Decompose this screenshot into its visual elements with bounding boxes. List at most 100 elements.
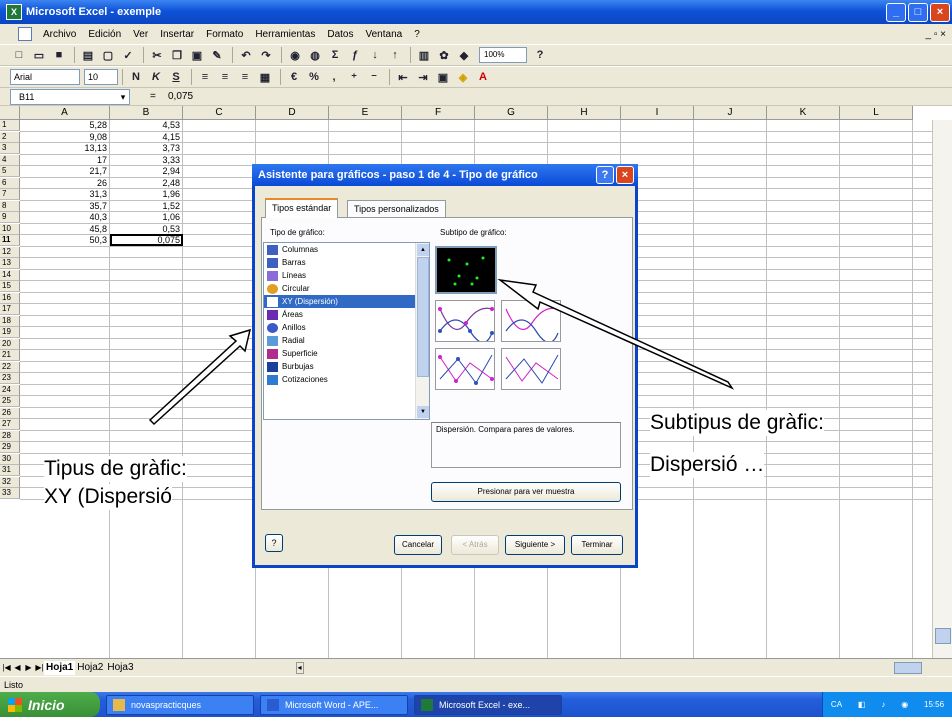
back-button[interactable]: < Atrás — [451, 535, 499, 555]
cell-a[interactable]: 5,28 — [30, 120, 110, 131]
list-item-burbujas[interactable]: Burbujas — [264, 360, 429, 373]
print-preview-icon[interactable]: ▢ — [99, 46, 117, 64]
row-header[interactable]: 14 — [0, 269, 20, 281]
column-header-b[interactable]: B — [110, 106, 183, 120]
cell-a[interactable]: 9,08 — [30, 132, 110, 143]
taskbar-item-folder[interactable]: novaspracticques — [106, 694, 254, 715]
cell-a[interactable]: 13,13 — [30, 143, 110, 154]
last-sheet-icon[interactable]: ▶| — [35, 663, 44, 672]
merge-center-icon[interactable]: ▦ — [256, 68, 274, 86]
row-header[interactable]: 18 — [0, 315, 20, 327]
align-right-icon[interactable]: ≡ — [236, 68, 254, 86]
cell-a[interactable]: 26 — [30, 178, 110, 189]
cell-a[interactable]: 31,3 — [30, 189, 110, 200]
row-header[interactable]: 11 — [0, 235, 20, 246]
open-icon[interactable]: ▭ — [30, 46, 48, 64]
vertical-scrollbar[interactable] — [932, 120, 952, 658]
taskbar-item-word[interactable]: Microsoft Word - APE... — [260, 694, 408, 715]
row-header[interactable]: 25 — [0, 396, 20, 407]
row-header[interactable]: 21 — [0, 350, 20, 361]
first-sheet-icon[interactable]: |◀ — [2, 663, 11, 672]
hyperlink-icon[interactable]: ◉ — [286, 46, 304, 64]
minimize-button[interactable]: _ — [886, 2, 906, 22]
prev-sheet-icon[interactable]: ◀ — [13, 663, 22, 672]
bold-icon[interactable]: N — [127, 68, 145, 86]
language-indicator[interactable]: CA — [831, 700, 842, 709]
fill-color-icon[interactable]: ◈ — [454, 68, 472, 86]
function-icon[interactable]: ƒ — [346, 46, 364, 64]
sheet-tab-hoja1[interactable]: Hoja1 — [44, 660, 76, 675]
chevron-down-icon[interactable]: ▾ — [117, 90, 129, 104]
format-painter-icon[interactable]: ✎ — [208, 46, 226, 64]
tray-icon[interactable]: ◉ — [901, 700, 908, 709]
cell-b[interactable]: 4,15 — [110, 132, 183, 143]
sheet-tab-hoja2[interactable]: Hoja2 — [75, 661, 105, 675]
list-item-barras[interactable]: Barras — [264, 256, 429, 269]
autosum-icon[interactable]: Σ — [326, 46, 344, 64]
row-header[interactable]: 6 — [0, 177, 20, 189]
cell-b[interactable]: 2,48 — [110, 178, 183, 189]
cell-a[interactable]: 40,3 — [30, 212, 110, 223]
list-item-superficie[interactable]: Superficie — [264, 347, 429, 360]
horizontal-scroll-thumb[interactable] — [894, 661, 922, 674]
tray-icon[interactable]: ◧ — [858, 700, 866, 709]
print-icon[interactable]: ▤ — [79, 46, 97, 64]
office-assistant-icon[interactable]: ? — [531, 46, 549, 64]
row-header[interactable]: 13 — [0, 258, 20, 269]
dialog-close-button[interactable]: × — [616, 166, 634, 184]
copy-icon[interactable]: ❐ — [168, 46, 186, 64]
menu-herramientas[interactable]: Herramientas — [249, 29, 321, 40]
subtype-smoothed-lines[interactable] — [501, 300, 561, 344]
column-header-l[interactable]: L — [840, 106, 913, 120]
redo-icon[interactable]: ↷ — [257, 46, 275, 64]
thousands-icon[interactable]: , — [325, 68, 343, 86]
cell-b[interactable]: 3,33 — [110, 155, 183, 166]
scroll-up-icon[interactable]: ▲ — [417, 244, 429, 256]
document-window-controls[interactable]: _ ▫ × — [925, 29, 946, 40]
row-header[interactable]: 2 — [0, 131, 20, 143]
save-icon[interactable]: ■ — [50, 46, 68, 64]
column-header-d[interactable]: D — [256, 106, 329, 120]
sort-ascending-icon[interactable]: ↓ — [366, 46, 384, 64]
row-header[interactable]: 23 — [0, 373, 20, 384]
menu-insertar[interactable]: Insertar — [154, 29, 200, 40]
column-header-a[interactable]: A — [20, 106, 110, 120]
column-header-c[interactable]: C — [183, 106, 256, 120]
font-size-box[interactable]: 10 — [84, 69, 118, 85]
cell-a[interactable]: 50,3 — [30, 235, 110, 246]
row-header[interactable]: 15 — [0, 281, 20, 292]
menu-archivo[interactable]: Archivo — [37, 29, 82, 40]
sort-descending-icon[interactable]: ↑ — [386, 46, 404, 64]
column-header-e[interactable]: E — [329, 106, 402, 120]
row-header[interactable]: 24 — [0, 384, 20, 396]
list-scrollbar[interactable]: ▲ ▼ — [415, 243, 429, 419]
list-item-columnas[interactable]: Columnas — [264, 243, 429, 256]
cell-a[interactable]: 21,7 — [30, 166, 110, 177]
list-item-lineas[interactable]: Líneas — [264, 269, 429, 282]
row-header[interactable]: 9 — [0, 212, 20, 223]
italic-icon[interactable]: K — [147, 68, 165, 86]
office-assistant-icon[interactable]: ? — [265, 534, 283, 552]
help-button[interactable]: ? — [596, 166, 614, 184]
row-header[interactable]: 22 — [0, 361, 20, 373]
row-header[interactable]: 12 — [0, 246, 20, 258]
start-button[interactable]: Inicio — [0, 692, 100, 717]
column-header-h[interactable]: H — [548, 106, 621, 120]
column-header-f[interactable]: F — [402, 106, 475, 120]
row-header[interactable]: 31 — [0, 465, 20, 476]
row-header[interactable]: 10 — [0, 223, 20, 235]
increase-decimal-icon[interactable]: ⁺ — [345, 68, 363, 86]
menu-formato[interactable]: Formato — [200, 29, 249, 40]
row-header[interactable]: 5 — [0, 166, 20, 177]
document-icon[interactable] — [18, 27, 32, 41]
row-header[interactable]: 17 — [0, 304, 20, 315]
cell-b[interactable]: 2,94 — [110, 166, 183, 177]
percent-icon[interactable]: % — [305, 68, 323, 86]
list-item-anillos[interactable]: Anillos — [264, 321, 429, 334]
undo-icon[interactable]: ↶ — [237, 46, 255, 64]
tab-split-handle[interactable]: ◂ — [295, 661, 304, 674]
row-header[interactable]: 16 — [0, 292, 20, 304]
row-header[interactable]: 26 — [0, 407, 20, 419]
maximize-button[interactable]: □ — [908, 2, 928, 22]
tab-standard-types[interactable]: Tipos estándar — [265, 198, 339, 218]
